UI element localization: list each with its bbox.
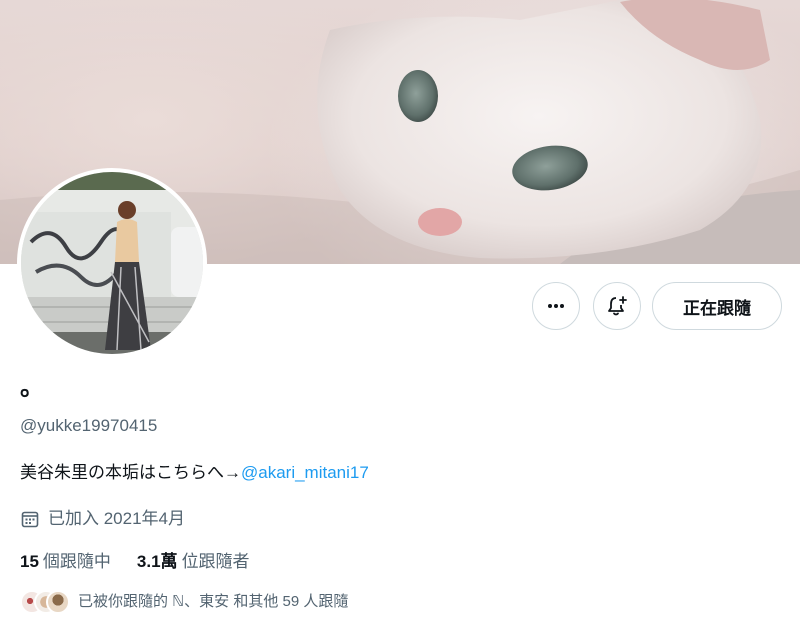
- display-name: 。: [20, 374, 44, 401]
- following-label: 個跟隨中: [42, 552, 111, 571]
- bio-text: 美谷朱里の本垢はこちらへ→: [20, 463, 241, 482]
- following-link[interactable]: 15 個跟隨中: [20, 550, 111, 574]
- notifications-button[interactable]: [593, 282, 641, 330]
- more-options-button[interactable]: [532, 282, 580, 330]
- more-icon: [548, 304, 564, 308]
- follower-avatar: [46, 590, 70, 614]
- user-handle: @yukke19970415: [20, 416, 158, 435]
- calendar-icon: [21, 511, 39, 528]
- bell-plus-icon: [608, 296, 627, 316]
- follow-stats: 15 個跟隨中 3.1萬 位跟隨者: [20, 550, 250, 574]
- avatar-illustration: [21, 172, 203, 354]
- profile-avatar[interactable]: [17, 168, 207, 358]
- following-button[interactable]: 正在跟隨: [652, 282, 782, 330]
- followers-you-know[interactable]: 已被你跟隨的 ℕ、東安 和其他 59 人跟隨: [20, 590, 348, 614]
- bio-mention-link[interactable]: @akari_mitani17: [241, 463, 369, 482]
- followed-by-text: 已被你跟隨的 ℕ、東安 和其他 59 人跟隨: [78, 593, 349, 610]
- followers-link[interactable]: 3.1萬 位跟隨者: [137, 550, 250, 574]
- follower-avatar-stack: [20, 590, 70, 614]
- profile-page: 正在跟隨 。 @yukke19970415 美谷朱里の本垢はこちらへ→@akar…: [0, 0, 800, 622]
- joined-date: 已加入 2021年4月: [20, 507, 185, 531]
- followers-label: 位跟隨者: [181, 552, 250, 571]
- avatar-photo: [21, 172, 203, 354]
- profile-bio: 美谷朱里の本垢はこちらへ→@akari_mitani17: [20, 461, 369, 485]
- followers-count: 3.1萬: [136, 552, 178, 571]
- following-count: 15: [20, 552, 39, 571]
- joined-text: 已加入 2021年4月: [48, 509, 185, 528]
